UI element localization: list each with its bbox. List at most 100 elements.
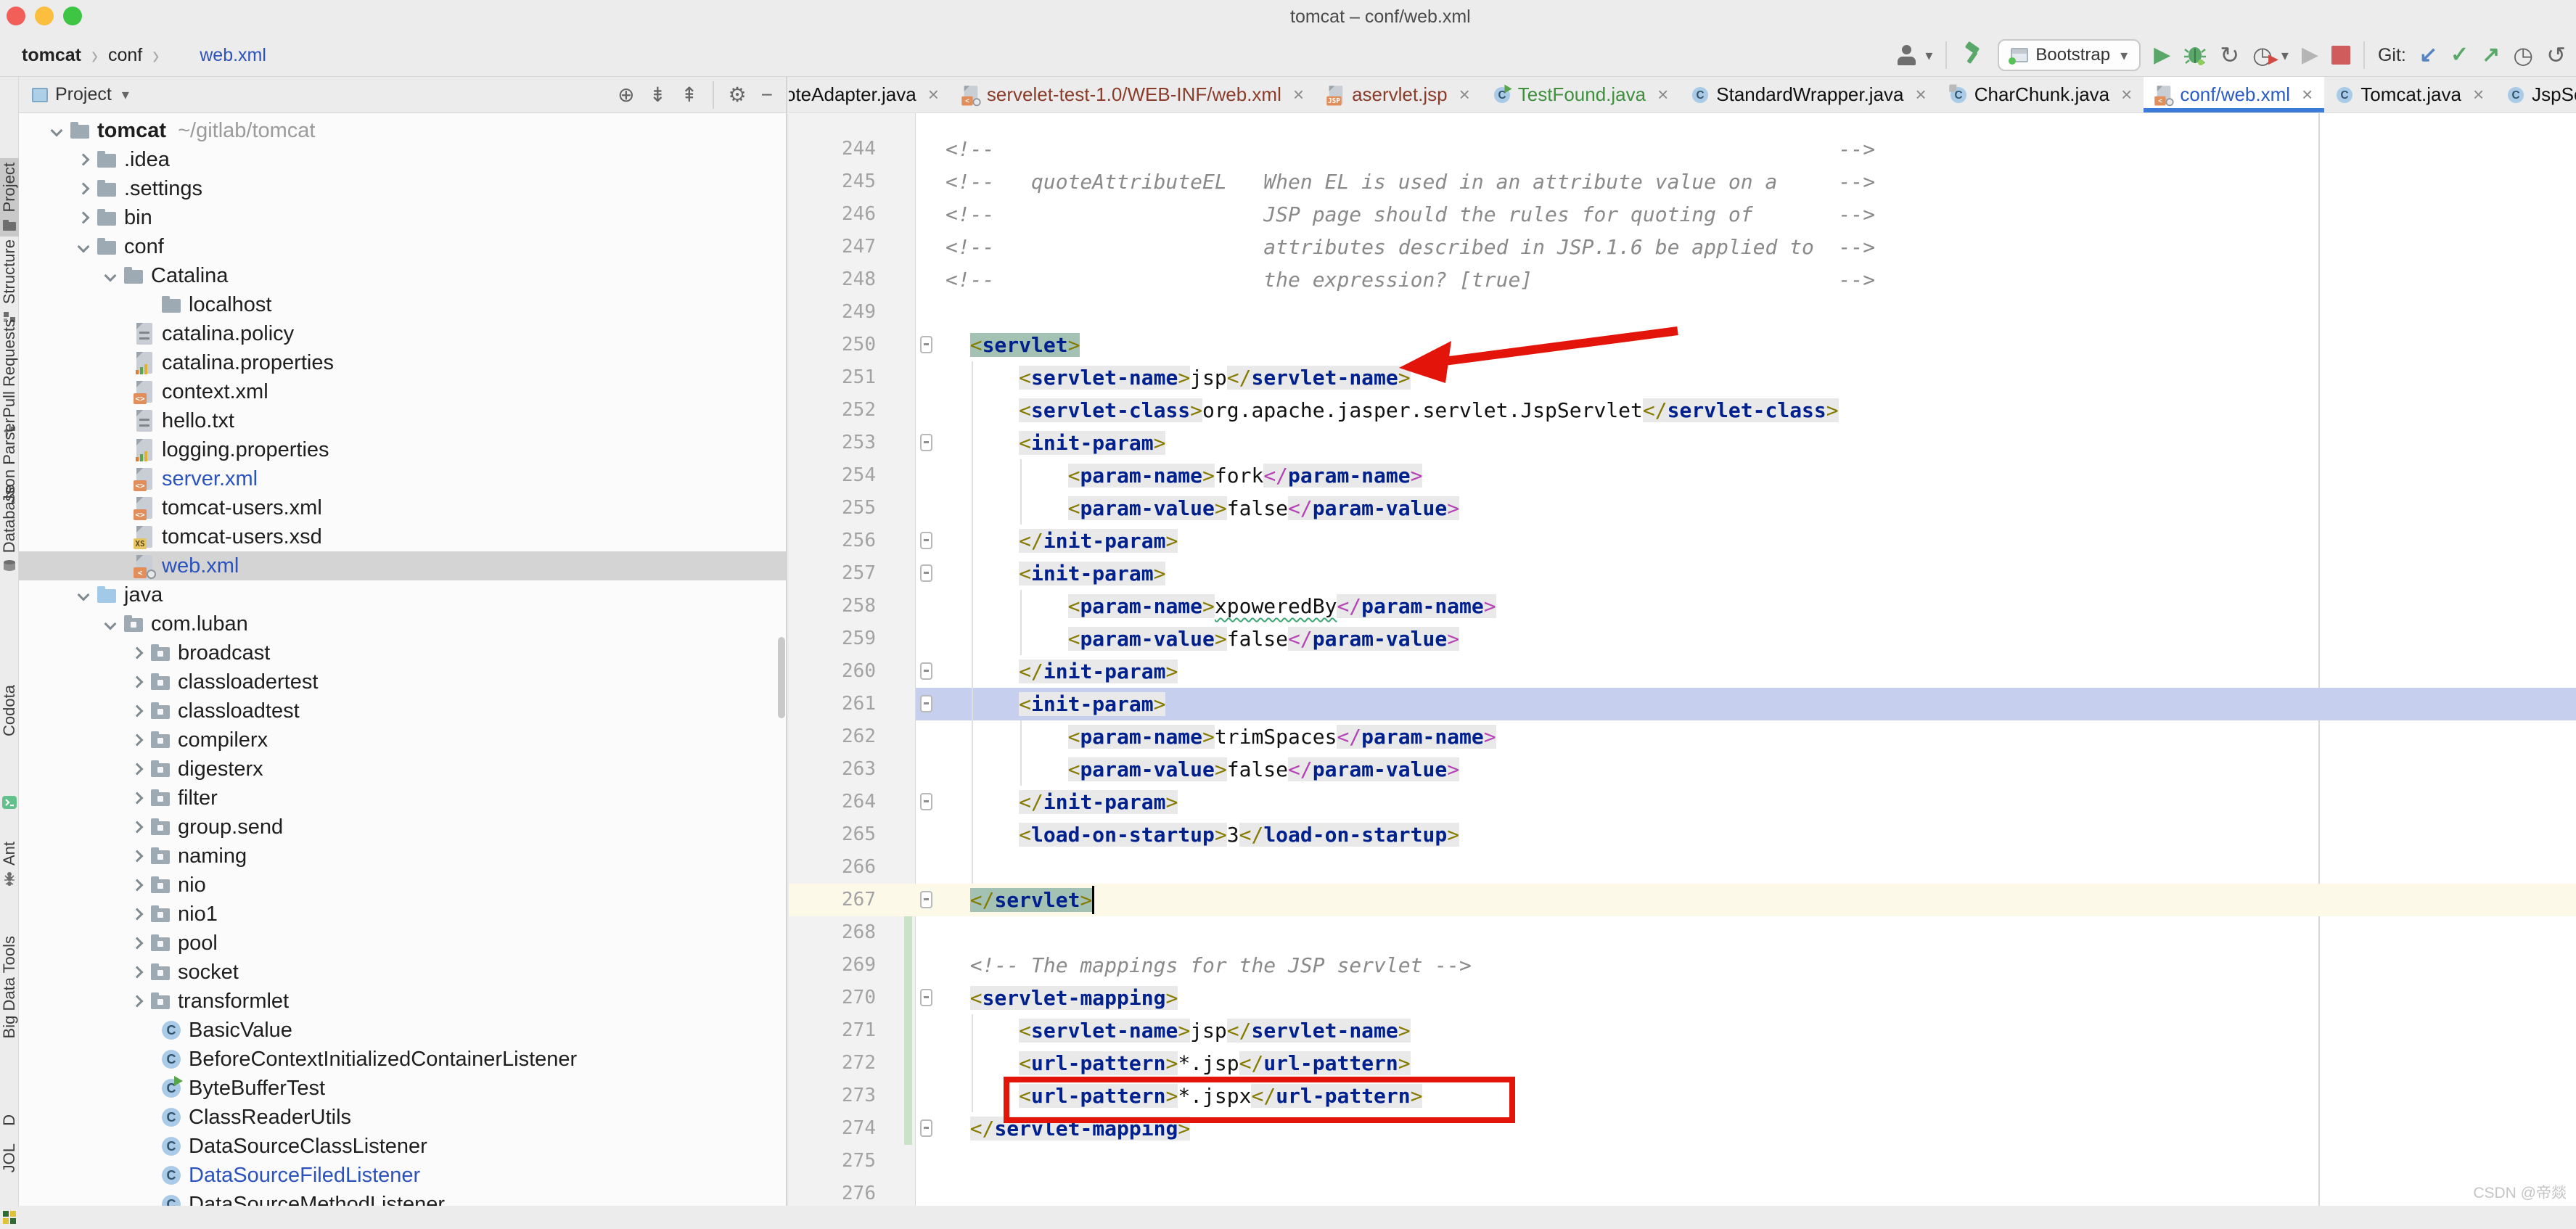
tree-item-beforecontextinitializedcontainerlistener[interactable]: CBeforeContextInitializedContainerListen…: [19, 1045, 786, 1074]
tree-item-filter[interactable]: filter: [19, 784, 786, 813]
chevron-right-icon[interactable]: [131, 792, 144, 805]
stripe-item-ant[interactable]: Ant: [0, 837, 19, 890]
tree-item-socket[interactable]: socket: [19, 958, 786, 987]
breadcrumb-item-tomcat[interactable]: tomcat: [22, 45, 81, 66]
fold-marker[interactable]: [920, 1119, 932, 1137]
expand-all-button[interactable]: ⇟: [649, 83, 666, 107]
tree-item-naming[interactable]: naming: [19, 842, 786, 871]
tree-item-settings[interactable]: .settings: [19, 174, 786, 203]
chevron-right-icon[interactable]: [131, 734, 144, 747]
tree-item-idea[interactable]: .idea: [19, 145, 786, 174]
close-icon[interactable]: ×: [2473, 83, 2484, 106]
git-rollback-button[interactable]: ↺: [2546, 44, 2566, 67]
tree-item-datasourcefiledlistener[interactable]: CDataSourceFiledListener: [19, 1161, 786, 1190]
breadcrumb-item-web-xml[interactable]: web.xml: [200, 45, 266, 66]
chevron-down-icon[interactable]: [104, 270, 117, 282]
chevron-right-icon[interactable]: [78, 154, 90, 166]
chevron-right-icon[interactable]: [78, 212, 90, 224]
run-button[interactable]: ▶: [2154, 44, 2170, 66]
stripe-item-codota[interactable]: Codota: [0, 681, 19, 741]
close-icon[interactable]: ×: [1293, 83, 1304, 106]
chevron-right-icon[interactable]: [131, 821, 144, 834]
code-line-246[interactable]: <!-- JSP page should the rules for quoti…: [916, 198, 2576, 231]
tree-item-classloadtest[interactable]: classloadtest: [19, 696, 786, 726]
code-line-244[interactable]: <!-- -->: [916, 133, 2576, 165]
project-panel-title[interactable]: Project: [55, 84, 112, 105]
code-line-255[interactable]: <param-value>false</param-value>: [916, 492, 2576, 525]
code-line-276[interactable]: [916, 1177, 2576, 1206]
profiler-button[interactable]: ◷▶▾: [2252, 44, 2289, 67]
code-line-275[interactable]: [916, 1145, 2576, 1177]
close-icon[interactable]: ×: [1657, 83, 1668, 106]
stop-button[interactable]: [2331, 46, 2350, 65]
fold-marker[interactable]: [920, 662, 932, 680]
code-line-266[interactable]: [916, 851, 2576, 884]
tree-item-conf[interactable]: conf: [19, 232, 786, 261]
code-line-251[interactable]: <servlet-name>jsp</servlet-name>: [916, 361, 2576, 394]
tree-item-context-xml[interactable]: <>context.xml: [19, 377, 786, 406]
fold-marker[interactable]: [920, 564, 932, 582]
tree-item-com-luban[interactable]: com.luban: [19, 609, 786, 638]
debug-button[interactable]: [2183, 42, 2207, 69]
close-icon[interactable]: ×: [928, 83, 939, 106]
close-icon[interactable]: ×: [1916, 83, 1927, 106]
close-window-button[interactable]: [7, 7, 25, 25]
tree-item-logging-properties[interactable]: logging.properties: [19, 435, 786, 464]
minimize-window-button[interactable]: [35, 7, 54, 25]
code-line-259[interactable]: <param-value>false</param-value>: [916, 622, 2576, 655]
tab-standardwrapper-java[interactable]: CStandardWrapper.java×: [1680, 77, 1937, 112]
tree-item-broadcast[interactable]: broadcast: [19, 638, 786, 667]
tab-yoteadapter-java[interactable]: yoteAdapter.java×: [789, 77, 951, 112]
code-line-271[interactable]: <servlet-name>jsp</servlet-name>: [916, 1014, 2576, 1047]
collapse-all-button[interactable]: ⇞: [681, 83, 697, 107]
git-update-button[interactable]: ↙: [2419, 44, 2437, 66]
chevron-right-icon[interactable]: [131, 705, 144, 718]
tree-item-server-xml[interactable]: <>server.xml: [19, 464, 786, 493]
tree-item-bin[interactable]: bin: [19, 203, 786, 232]
fold-marker[interactable]: [920, 695, 932, 712]
code-line-260[interactable]: </init-param>: [916, 655, 2576, 688]
chevron-right-icon[interactable]: [131, 908, 144, 921]
tree-item-tomcat[interactable]: tomcat~/gitlab/tomcat: [19, 116, 786, 145]
stripe-item-terminal-icon[interactable]: [0, 791, 19, 814]
tree-item-basicvalue[interactable]: CBasicValue: [19, 1016, 786, 1045]
stripe-item-project[interactable]: Project: [0, 158, 19, 237]
code-line-250[interactable]: <servlet>: [916, 329, 2576, 361]
run-with-coverage-button[interactable]: ↻: [2220, 44, 2239, 67]
chevron-right-icon[interactable]: [131, 647, 144, 659]
tree-item-hello-txt[interactable]: hello.txt: [19, 406, 786, 435]
close-icon[interactable]: ×: [2302, 83, 2313, 106]
fold-marker[interactable]: [920, 989, 932, 1006]
chevron-right-icon[interactable]: [78, 183, 90, 195]
code-line-256[interactable]: </init-param>: [916, 525, 2576, 557]
tree-item-catalina[interactable]: Catalina: [19, 261, 786, 290]
chevron-right-icon[interactable]: [131, 676, 144, 689]
fold-marker[interactable]: [920, 532, 932, 549]
tree-item-classloadertest[interactable]: classloadertest: [19, 667, 786, 696]
stripe-item-jol[interactable]: JOL: [0, 1139, 19, 1177]
tab-conf-web-xml[interactable]: <conf/web.xml×: [2144, 77, 2324, 112]
code-line-264[interactable]: </init-param>: [916, 786, 2576, 818]
chevron-down-icon[interactable]: [51, 125, 63, 137]
tree-item-localhost[interactable]: localhost: [19, 290, 786, 319]
tab-tomcat-java[interactable]: CTomcat.java×: [2324, 77, 2495, 112]
user-accounts-button[interactable]: ▾: [1898, 45, 1932, 65]
chevron-right-icon[interactable]: [131, 763, 144, 776]
code-line-254[interactable]: <param-name>fork</param-name>: [916, 459, 2576, 492]
tree-item-datasourcemethodlistener[interactable]: CDataSourceMethodListener: [19, 1190, 786, 1206]
close-icon[interactable]: ×: [2121, 83, 2132, 106]
tree-item-catalina-properties[interactable]: catalina.properties: [19, 348, 786, 377]
chevron-down-icon[interactable]: [104, 618, 117, 630]
chevron-right-icon[interactable]: [131, 937, 144, 950]
code-line-261[interactable]: <init-param>: [916, 688, 2576, 720]
tab-charchunk-java[interactable]: CCharChunk.java×: [1938, 77, 2144, 112]
code-line-245[interactable]: <!-- quoteAttributeEL When EL is used in…: [916, 165, 2576, 198]
tab-jspservlet-j[interactable]: CJspServlet.j×: [2495, 77, 2576, 112]
tab-aservlet-jsp[interactable]: JSPaservlet.jsp×: [1316, 77, 1482, 112]
build-button[interactable]: [1960, 41, 1985, 70]
tree-item-tomcat-users-xsd[interactable]: XStomcat-users.xsd: [19, 522, 786, 551]
tree-item-pool[interactable]: pool: [19, 929, 786, 958]
git-history-icon[interactable]: ◷: [2513, 44, 2533, 67]
hide-panel-button[interactable]: −: [761, 83, 773, 107]
code-line-272[interactable]: <url-pattern>*.jsp</url-pattern>: [916, 1047, 2576, 1080]
